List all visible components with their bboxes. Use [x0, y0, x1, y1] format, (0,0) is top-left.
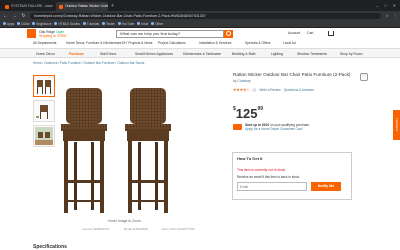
bookmark-item[interactable]: Apps [3, 22, 14, 26]
search-button[interactable] [224, 30, 233, 38]
bookmark-item[interactable]: Brightcove [32, 22, 51, 26]
cart-link[interactable]: Cart [307, 31, 313, 35]
breadcrumb: Home / Outdoors / Patio Furniture / Outd… [33, 61, 145, 65]
product-price: $12599 [233, 106, 264, 121]
bookmark-item[interactable]: YouTube [117, 22, 134, 26]
thumbnail-list [33, 75, 55, 150]
product-main-image[interactable] [60, 80, 174, 215]
maximize-button[interactable]: □ [384, 0, 386, 11]
cat-wall-decor[interactable]: Wall Décor [100, 52, 116, 56]
tab-label: Outdoor Rattan Wicker Outdo [65, 4, 108, 8]
favicon-icon [59, 4, 63, 9]
new-tab-button[interactable]: + [111, 2, 114, 11]
nav-home-decor[interactable]: Home Décor, Furniture & Kitchenware [66, 41, 122, 45]
category-nav: Home Décor Furniture Wall Décor Small Ki… [0, 48, 400, 58]
write-review-link[interactable]: Write a Review [259, 88, 280, 92]
cart-icon[interactable] [328, 31, 334, 36]
forward-icon[interactable]: → [12, 13, 17, 19]
thumbnail-image[interactable] [33, 75, 55, 97]
nav-specials[interactable]: Specials & Offers [245, 41, 270, 45]
out-of-stock-message: This item is currently out of stock. [237, 168, 286, 172]
star-icon[interactable]: ☆ [385, 13, 389, 18]
breadcrumb-item[interactable]: Outdoor Bar Furniture [84, 61, 115, 65]
breadcrumb-item[interactable]: Outdoor Bar Stools [117, 61, 144, 65]
back-icon[interactable]: ← [3, 13, 8, 19]
credit-card-icon [233, 124, 242, 130]
breadcrumb-item[interactable]: Outdoors [44, 61, 57, 65]
favicon-icon [5, 4, 9, 9]
close-window-button[interactable]: ✕ [393, 0, 396, 11]
questions-link[interactable]: Questions & Answers [284, 88, 314, 92]
rating-row: ★★★★☆ (4) Write a Review Questions & Ans… [233, 87, 314, 92]
thumbnail-image[interactable] [33, 100, 55, 122]
secondary-nav: All Departments Home Décor, Furniture & … [0, 40, 400, 48]
bookmark-item[interactable]: Intuit [137, 22, 148, 26]
credit-card-promo: Save up to $100 on your qualifying purch… [233, 123, 310, 132]
bookmark-item[interactable]: Other [151, 22, 163, 26]
review-count[interactable]: (4) [252, 88, 256, 92]
cat-kitchenware[interactable]: Kitchenware & Tableware [183, 52, 221, 56]
tab-label: SYSTEMS FAILURE - www [11, 4, 53, 8]
cat-lighting[interactable]: Lighting [271, 52, 283, 56]
store-info[interactable]: Oak Ridge Open Shipping to 37830 [39, 30, 66, 38]
home-depot-logo[interactable] [27, 29, 36, 38]
reload-icon[interactable]: ↻ [21, 13, 26, 19]
breadcrumb-item[interactable]: Patio Furniture [60, 61, 81, 65]
feedback-tab[interactable]: Feedback [393, 110, 400, 140]
minimize-button[interactable]: – [376, 0, 378, 11]
product-title: Rattan Wicker Outdoor Bar Chair Patio Fu… [233, 72, 351, 77]
nav-project-calculators[interactable]: Project Calculators [158, 41, 186, 45]
site-header: Oak Ridge Open Shipping to 37830 What ca… [0, 28, 400, 40]
thumbnail-image[interactable] [33, 125, 55, 147]
cat-bedding[interactable]: Bedding & Bath [232, 52, 256, 56]
store-sku: Store SKU #1002577351 [161, 227, 196, 231]
browser-tab-active[interactable]: Outdoor Rattan Wicker Outdo ✕ [56, 2, 108, 11]
bookmark-item[interactable]: DDdd [17, 22, 29, 26]
cat-window-treatments[interactable]: Window Treatments [297, 52, 327, 56]
bookmarks-bar: Apps DDdd Brightcove HTML5 Guides Tutori… [0, 20, 400, 28]
product-ids: Internet #308051007 Model #HW52848 Store… [82, 227, 195, 231]
notify-me-button[interactable]: Notify Me [311, 182, 341, 191]
menu-icon[interactable]: ⋮ [393, 13, 397, 18]
favorite-heart-icon[interactable]: ♡ [360, 73, 368, 81]
cat-small-kitchen[interactable]: Small Kitchen Appliances [135, 52, 173, 56]
nav-diy-projects[interactable]: DIY Projects & Ideas [122, 41, 152, 45]
url-field[interactable]: homedepot.com/p/Costway-Rattan-Wicker-Ou… [30, 12, 382, 19]
zoom-hint: Hover Image to Zoom [108, 219, 141, 223]
breadcrumb-item[interactable]: Home [33, 61, 42, 65]
bookmark-item[interactable]: Tester [102, 22, 115, 26]
bar-stool-left [61, 88, 107, 213]
fulfillment-header: How To Get It [237, 156, 263, 161]
brand-line: by Costway [233, 79, 251, 83]
bookmark-item[interactable]: HTML5 Guides [54, 22, 80, 26]
browser-tab-strip: SYSTEMS FAILURE - www ✕ Outdoor Rattan W… [0, 0, 400, 11]
model-number: Model #HW52848 [123, 227, 148, 231]
fulfillment-box: How To Get It This item is currently out… [232, 152, 352, 200]
apply-card-link[interactable]: Apply for a Home Depot Consumer Card [245, 127, 302, 131]
nav-installation[interactable]: Installation & Services [199, 41, 231, 45]
address-bar-row: ← → ↻ homedepot.com/p/Costway-Rattan-Wic… [0, 11, 400, 20]
cat-furniture[interactable]: Furniture [69, 52, 84, 56]
nav-local-ad[interactable]: Local Ad [283, 41, 296, 45]
nav-all-departments[interactable]: All Departments [33, 41, 56, 45]
email-field[interactable] [237, 182, 307, 191]
notify-description: Receive an email if this item is back in… [237, 175, 301, 179]
section-heading: Specifications [33, 244, 67, 250]
search-input[interactable]: What can we help you find today? [116, 30, 224, 38]
brand-link[interactable]: Costway [238, 79, 251, 83]
cat-home-decor[interactable]: Home Décor [36, 52, 55, 56]
bar-stool-right [125, 88, 171, 213]
browser-tab[interactable]: SYSTEMS FAILURE - www ✕ [2, 2, 54, 11]
internet-number: Internet #308051007 [82, 227, 110, 231]
account-link[interactable]: Account [288, 31, 300, 35]
rating-stars-icon[interactable]: ★★★★☆ [233, 87, 250, 92]
bookmark-item[interactable]: Tutorials [82, 22, 99, 26]
cat-shop-by-room[interactable]: Shop by Room [340, 52, 362, 56]
